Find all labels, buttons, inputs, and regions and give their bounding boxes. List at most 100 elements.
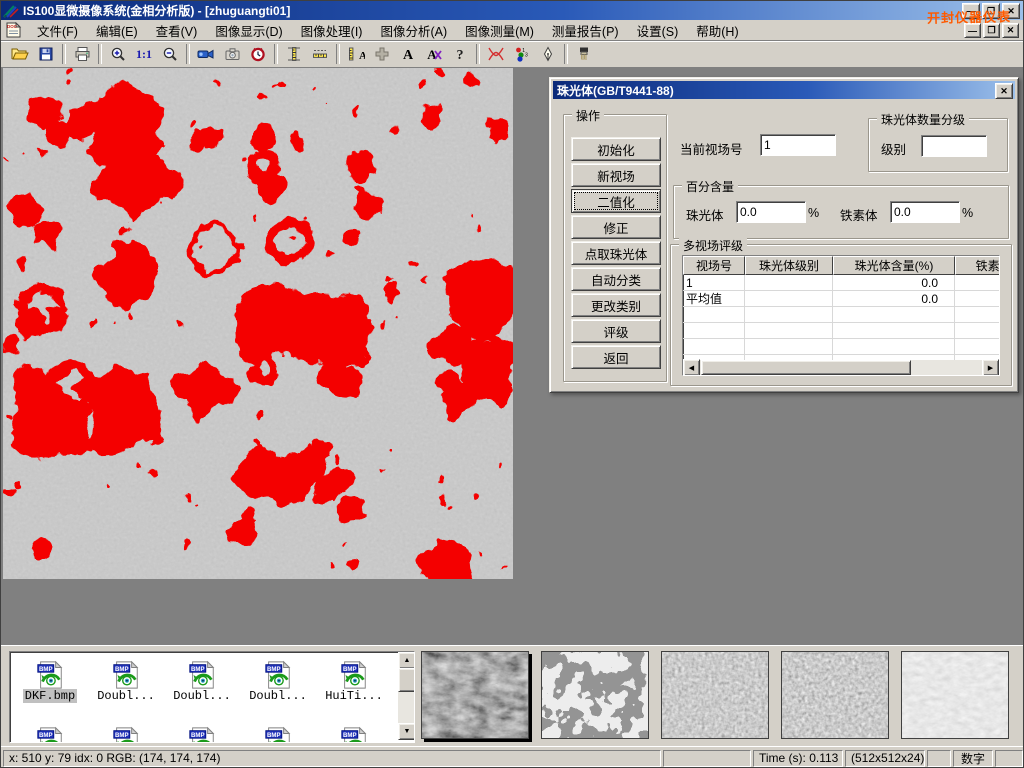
zoom-in-icon — [110, 46, 126, 62]
menu-item-6[interactable]: 图像分析(A) — [371, 19, 456, 42]
actual-size-button[interactable]: 1:1 — [131, 43, 157, 65]
toolbar-separator — [564, 44, 568, 64]
file-item-4[interactable]: BMP Doubl... — [240, 654, 316, 720]
rating-table[interactable]: 视场号珠光体级别珠光体含量(%)铁素体含量(%) 10.0平均值0.0 ◀ ▶ — [682, 255, 1000, 376]
bmp-file-icon: BMP — [187, 723, 217, 743]
operation-button-4[interactable]: 修正 — [571, 215, 661, 239]
file-item-partial[interactable]: BMP — [316, 720, 392, 743]
video-camera-button[interactable] — [193, 43, 219, 65]
file-item-3[interactable]: BMPDoubl... — [164, 654, 240, 720]
thumbnail-4[interactable] — [781, 651, 889, 739]
operation-button-6[interactable]: 自动分类 — [571, 267, 661, 291]
menu-item-7[interactable]: 图像测量(M) — [456, 19, 543, 42]
menu-item-5[interactable]: 图像处理(I) — [292, 19, 372, 42]
dialog-close-button[interactable]: ✕ — [995, 83, 1013, 99]
help-button[interactable]: ? — [447, 43, 473, 65]
text-button[interactable]: A — [395, 43, 421, 65]
table-row-2[interactable]: 平均值0.0 — [683, 291, 999, 307]
operation-button-8[interactable]: 评级 — [571, 319, 661, 343]
table-row-1[interactable]: 10.0 — [683, 275, 999, 291]
file-list-scrollbar[interactable]: ▲ ▼ — [398, 652, 414, 740]
bmp-file-icon: BMP — [187, 657, 217, 687]
pearlite-input[interactable]: 0.0 — [736, 201, 806, 223]
grade-input[interactable] — [921, 135, 987, 157]
operation-button-5[interactable]: 点取珠光体 — [571, 241, 661, 265]
toolbar-separator — [336, 44, 340, 64]
horizontal-ruler-button[interactable] — [307, 43, 333, 65]
operation-button-1[interactable]: 初始化 — [571, 137, 661, 161]
scroll-right-icon[interactable]: ▶ — [982, 359, 999, 376]
thumbnail-3[interactable] — [661, 651, 769, 739]
pen-button[interactable] — [535, 43, 561, 65]
file-item-partial[interactable]: BMP — [12, 720, 88, 743]
open-folder-button[interactable] — [7, 43, 33, 65]
move-cross-button[interactable] — [369, 43, 395, 65]
bmp-file-icon: BMP — [339, 723, 369, 743]
thumbnail-2[interactable] — [541, 651, 649, 739]
table-header-3[interactable]: 珠光体含量(%) — [833, 256, 955, 275]
table-horizontal-scrollbar[interactable]: ◀ ▶ — [683, 360, 999, 375]
ferrite-input[interactable]: 0.0 — [890, 201, 960, 223]
table-header-2[interactable]: 珠光体级别 — [745, 256, 833, 275]
camera-button[interactable] — [219, 43, 245, 65]
operation-button-7[interactable]: 更改类别 — [571, 293, 661, 317]
svg-text:BMP: BMP — [115, 732, 129, 739]
zoom-out-button[interactable] — [157, 43, 183, 65]
table-row-5[interactable] — [683, 339, 999, 355]
menu-item-8[interactable]: 测量报告(P) — [543, 19, 628, 42]
calibration-points-button[interactable]: 13 — [509, 43, 535, 65]
svg-text:BMP: BMP — [343, 666, 357, 673]
svg-text:A: A — [403, 48, 414, 62]
menu-item-1[interactable]: 文件(F) — [28, 19, 87, 42]
dialog-title-bar[interactable]: 珠光体(GB/T9441-88) ✕ — [553, 81, 1015, 99]
menu-item-10[interactable]: 帮助(H) — [687, 19, 747, 42]
operation-button-2[interactable]: 新视场 — [571, 163, 661, 187]
text-icon: A — [401, 46, 415, 62]
scroll-down-icon[interactable]: ▼ — [398, 723, 415, 740]
red-curve-button[interactable] — [483, 43, 509, 65]
file-item-1[interactable]: BMPDKF.bmp — [12, 654, 88, 720]
file-item-5[interactable]: BMPHuiTi... — [316, 654, 392, 720]
print-button[interactable] — [69, 43, 95, 65]
save-button[interactable] — [33, 43, 59, 65]
scrollbar-thumb[interactable] — [701, 360, 911, 375]
micrograph-image[interactable] — [3, 68, 513, 579]
menu-item-3[interactable]: 查看(V) — [147, 19, 207, 42]
file-item-partial[interactable]: BMP — [88, 720, 164, 743]
text-remove-button[interactable]: A — [421, 43, 447, 65]
table-cell — [745, 339, 833, 355]
menu-item-2[interactable]: 编辑(E) — [87, 19, 147, 42]
thumbnail-1[interactable] — [421, 651, 529, 739]
document-icon[interactable]: DOC — [5, 22, 22, 38]
table-cell — [683, 339, 745, 355]
file-name: Doubl... — [247, 689, 309, 703]
file-scrollbar-thumb[interactable] — [398, 668, 415, 692]
scroll-up-icon[interactable]: ▲ — [398, 652, 415, 669]
file-item-partial[interactable]: BMP — [240, 720, 316, 743]
thumbnail-5[interactable] — [901, 651, 1009, 739]
menu-item-4[interactable]: 图像显示(D) — [206, 19, 291, 42]
workspace: 珠光体(GB/T9441-88) ✕ 操作 初始化新视场二值化修正点取珠光体自动… — [1, 67, 1024, 644]
menu-item-9[interactable]: 设置(S) — [628, 19, 688, 42]
file-item-partial[interactable]: BMP — [164, 720, 240, 743]
vertical-ruler-button[interactable] — [281, 43, 307, 65]
table-row-3[interactable] — [683, 307, 999, 323]
file-list[interactable]: BMPDKF.bmpBMPDoubl...BMPDoubl...BMPDoubl… — [9, 651, 415, 743]
measure-label-icon: A — [348, 46, 365, 62]
timer-button[interactable] — [245, 43, 271, 65]
table-header-1[interactable]: 视场号 — [683, 256, 745, 275]
grading-group-label: 珠光体数量分级 — [877, 111, 969, 128]
operation-button-9[interactable]: 返回 — [571, 345, 661, 369]
brush-button[interactable] — [571, 43, 597, 65]
table-row-4[interactable] — [683, 323, 999, 339]
operation-button-3[interactable]: 二值化 — [571, 189, 661, 213]
scroll-left-icon[interactable]: ◀ — [683, 359, 700, 376]
table-header-4[interactable]: 铁素体含量(%) — [955, 256, 1000, 275]
pearlite-label: 珠光体 — [686, 205, 724, 224]
ferrite-unit: % — [962, 206, 973, 220]
zoom-in-button[interactable] — [105, 43, 131, 65]
current-field-input[interactable]: 1 — [760, 134, 836, 156]
bmp-file-icon: BMP — [263, 657, 293, 687]
measure-label-button[interactable]: A — [343, 43, 369, 65]
file-item-2[interactable]: BMPDoubl... — [88, 654, 164, 720]
